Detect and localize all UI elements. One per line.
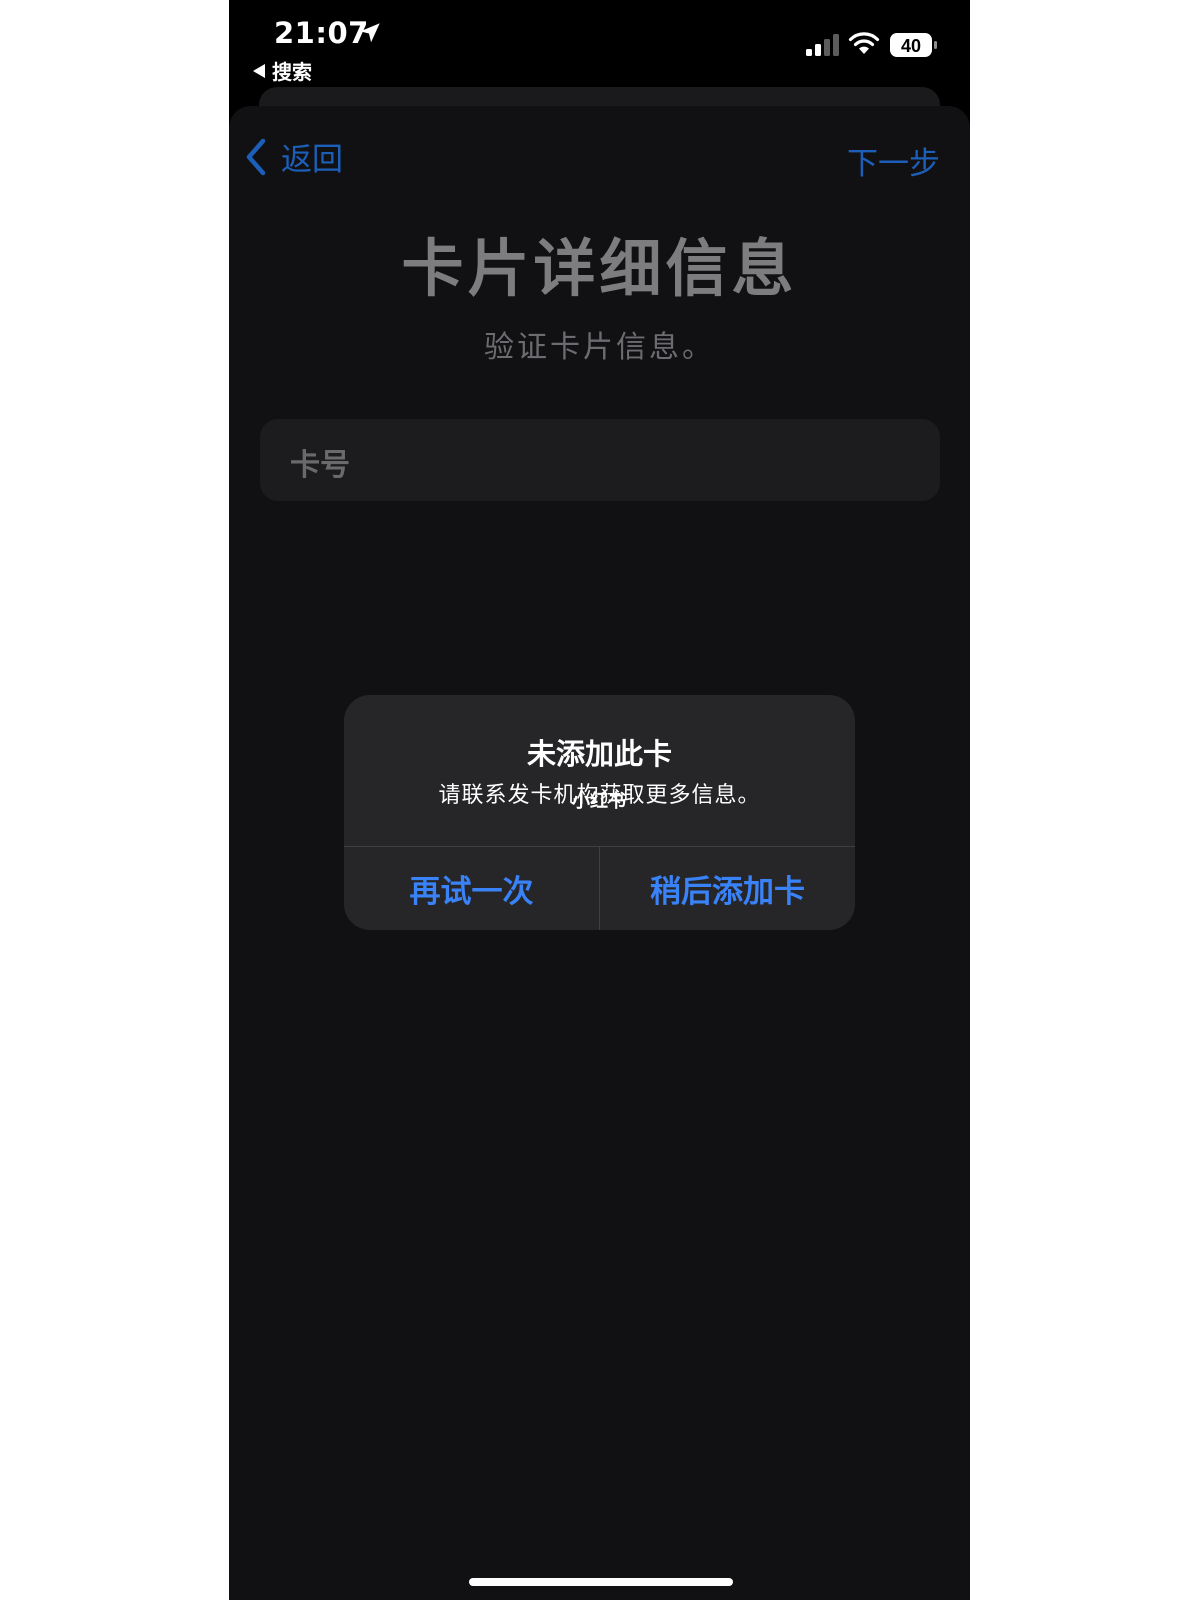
status-time: 21:07 — [274, 16, 369, 50]
wifi-icon — [848, 32, 880, 54]
home-indicator[interactable] — [469, 1578, 733, 1586]
card-number-label: 卡号 — [290, 448, 350, 483]
back-to-app-button[interactable]: 搜索 — [253, 56, 312, 85]
page-title: 卡片详细信息 — [401, 232, 798, 305]
location-arrow-icon — [360, 23, 380, 43]
cellular-signal-icon — [806, 34, 839, 56]
page-subtitle: 验证卡片信息。 — [484, 330, 715, 365]
phone-screen: 21:07 搜索 40 返回 下一步 卡片详细信息 验证卡片信息。 卡号 未添加… — [229, 0, 970, 1600]
nav-next-button[interactable]: 下一步 — [847, 138, 940, 183]
battery-level-text: 40 — [901, 36, 921, 56]
chevron-left-icon — [246, 138, 266, 175]
nav-back-label: 返回 — [281, 142, 343, 178]
card-number-field[interactable]: 卡号 — [260, 419, 940, 501]
alert-title: 未添加此卡 — [526, 737, 672, 771]
add-later-button[interactable]: 稍后添加卡 — [600, 847, 855, 930]
card-not-added-alert: 未添加此卡 请联系发卡机构获取更多信息。 小红书 再试一次 稍后添加卡 — [344, 695, 855, 930]
nav-back-button[interactable]: 返回 — [245, 134, 343, 179]
back-app-label: 搜索 — [272, 60, 312, 84]
battery-icon: 40 — [890, 33, 937, 57]
watermark-overlay-text: 小红书 — [572, 791, 626, 812]
retry-button[interactable]: 再试一次 — [344, 847, 599, 930]
back-triangle-icon — [253, 63, 265, 78]
